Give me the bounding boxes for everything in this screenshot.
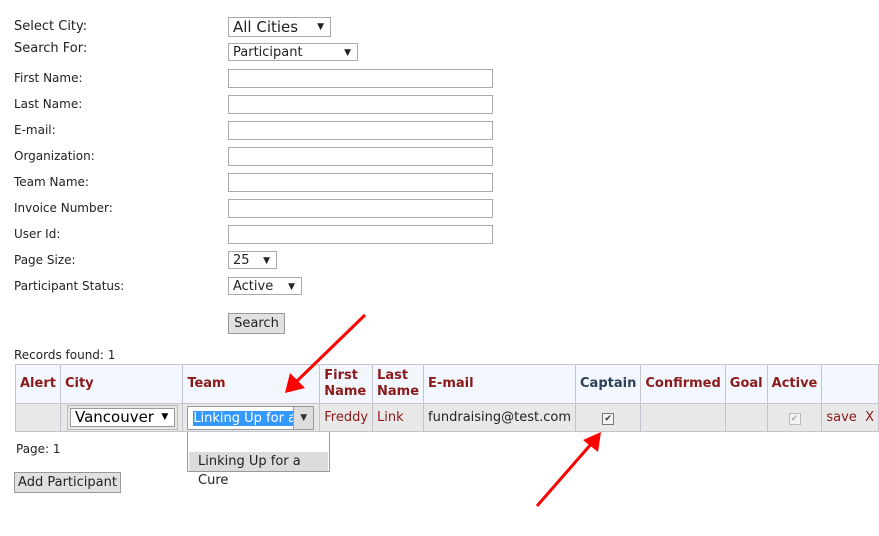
arrow-to-team	[285, 313, 367, 393]
arrow-to-captain	[535, 432, 601, 507]
annotation-arrows	[285, 313, 601, 507]
